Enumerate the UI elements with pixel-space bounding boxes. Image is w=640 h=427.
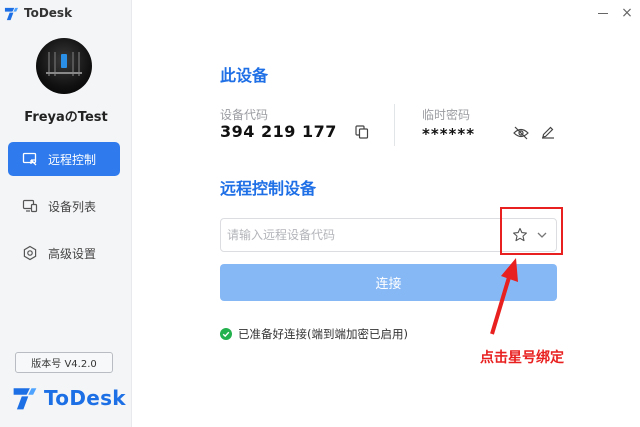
todesk-logo-icon (4, 7, 19, 20)
status-text: 已准备好连接(端到端加密已启用) (238, 327, 408, 341)
version-badge: 版本号 V4.2.0 (15, 352, 113, 373)
sidebar-item-label: 高级设置 (48, 246, 97, 261)
annotation-arrow-icon (490, 258, 518, 335)
settings-icon (22, 245, 38, 261)
annotation-text: 点击星号绑定 (480, 350, 564, 366)
eye-hidden-icon[interactable] (513, 126, 529, 140)
brand-logo: ToDesk (12, 384, 126, 412)
todesk-window: ToDesk FreyaのTest 远程控制 设备列表 高级设置 版本号 V4.… (0, 0, 640, 427)
avatar[interactable] (36, 38, 92, 94)
temp-password: ****** (422, 125, 476, 143)
app-title: ToDesk (24, 6, 73, 20)
edit-icon[interactable] (541, 125, 555, 139)
sidebar-item-label: 设备列表 (48, 199, 97, 214)
remote-control-icon (22, 151, 38, 167)
annotation-highlight-box (500, 207, 563, 255)
device-code: 394 219 177 (220, 122, 337, 141)
remote-control-title: 远程控制设备 (220, 179, 317, 198)
username: FreyaのTest (24, 110, 108, 125)
brand-name: ToDesk (44, 386, 126, 410)
sidebar-item-label: 远程控制 (48, 152, 97, 167)
todesk-logo-icon (13, 388, 37, 410)
sidebar-item-remote-control[interactable]: 远程控制 (8, 142, 120, 176)
sidebar-item-device-list[interactable]: 设备列表 (8, 189, 120, 223)
sidebar: ToDesk FreyaのTest 远程控制 设备列表 高级设置 版本号 V4.… (0, 0, 132, 427)
check-circle-icon (220, 328, 232, 340)
this-device-title: 此设备 (220, 66, 269, 85)
device-list-icon (22, 198, 38, 214)
divider (394, 104, 395, 146)
device-code-label: 设备代码 (220, 108, 269, 122)
minimize-button[interactable] (597, 8, 609, 20)
close-button[interactable]: × (620, 6, 634, 20)
sidebar-item-advanced-settings[interactable]: 高级设置 (8, 236, 120, 270)
temp-password-label: 临时密码 (422, 108, 471, 122)
copy-icon[interactable] (355, 125, 369, 139)
connection-status: 已准备好连接(端到端加密已启用) (220, 326, 408, 342)
remote-code-input[interactable] (227, 219, 497, 251)
title-bar: ToDesk (4, 4, 72, 22)
